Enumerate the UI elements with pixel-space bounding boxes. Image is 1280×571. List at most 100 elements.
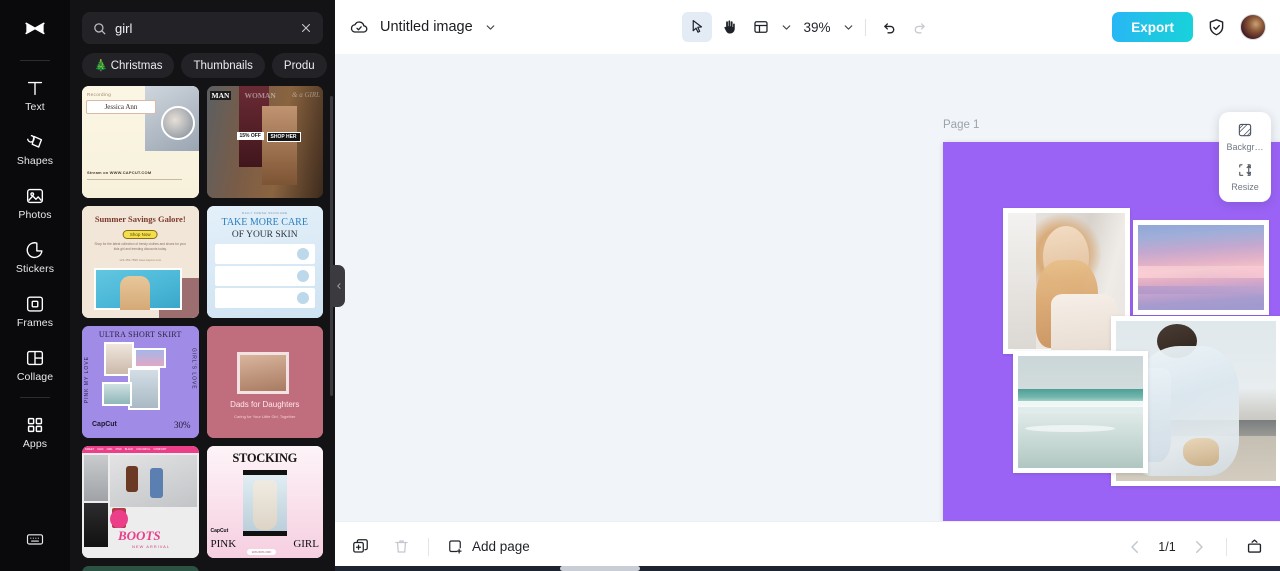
bottom-toolbar: Add page 1/1 xyxy=(335,521,1280,571)
template-card[interactable]: ULTRA SHORT SKIRT PINK MY LOVE GIRL'S LO… xyxy=(82,326,199,438)
redo-button[interactable] xyxy=(906,13,934,41)
editor-main: Untitled image 39% Export Page 1 Backgr…… xyxy=(335,0,1280,571)
template-discount: 30% xyxy=(174,420,191,430)
template-word-right: GIRL xyxy=(293,538,319,550)
background-button[interactable]: Backgr… xyxy=(1221,121,1269,152)
add-page-button[interactable]: Add page xyxy=(446,538,530,556)
chip-label: Thumbnails xyxy=(193,59,253,72)
sidebar-item-label: Apps xyxy=(22,438,48,451)
template-kicker: Recording xyxy=(87,92,112,97)
sidebar-item-apps[interactable]: Apps xyxy=(4,406,66,458)
sidebar-item-collage[interactable]: Collage xyxy=(4,339,66,391)
template-tag: COLORFUL xyxy=(136,448,151,451)
horizontal-scrollbar[interactable] xyxy=(335,566,1280,571)
pastel-sky-photo[interactable] xyxy=(1133,220,1269,315)
layout-chevron-down-icon[interactable] xyxy=(779,21,792,34)
template-title: STOCKING xyxy=(232,451,298,465)
template-word: & a GIRL xyxy=(292,91,320,99)
template-side-left: PINK MY LOVE xyxy=(84,356,90,404)
top-actions: Export xyxy=(1112,12,1266,42)
template-title: TAKE MORE CARE xyxy=(221,217,308,228)
template-card[interactable]: MAN WOMAN & a GIRL 15% OFF SHOP HER xyxy=(206,86,323,198)
template-card[interactable]: STOCKING CapCut PINK GIRL 10%-50% OFF xyxy=(206,446,323,558)
close-icon[interactable] xyxy=(299,21,313,35)
sidebar-item-stickers[interactable]: Stickers xyxy=(4,231,66,283)
user-avatar[interactable] xyxy=(1240,14,1266,40)
template-contact: 123-456-7890 www.capcut.com xyxy=(119,258,162,262)
rail-divider-top xyxy=(20,60,50,61)
collapse-panel-handle[interactable] xyxy=(333,265,345,307)
sidebar-item-text[interactable]: Text xyxy=(4,69,66,121)
zoom-chevron-down-icon[interactable] xyxy=(842,21,855,34)
template-card[interactable]: Recording Jessica Ann Stream on WWW.CAPC… xyxy=(82,86,199,198)
duplicate-page-icon[interactable] xyxy=(351,537,370,556)
template-subtitle: OF YOUR SKIN xyxy=(231,230,298,240)
chip-products[interactable]: Produ xyxy=(271,53,327,78)
template-brand: CapCut xyxy=(92,421,117,428)
sidebar-item-shapes[interactable]: Shapes xyxy=(4,123,66,175)
sidebar-item-label: Stickers xyxy=(15,263,55,276)
export-button[interactable]: Export xyxy=(1112,12,1193,42)
bottom-divider-2 xyxy=(1226,537,1227,556)
template-grid: Recording Jessica Ann Stream on WWW.CAPC… xyxy=(70,86,335,571)
resize-label: Resize xyxy=(1231,182,1259,192)
keyboard-shortcuts-button[interactable] xyxy=(0,529,70,549)
template-subtitle: NEW ARRIVAL xyxy=(132,544,171,549)
sidebar-item-label: Frames xyxy=(16,317,54,330)
search-box[interactable] xyxy=(82,12,323,44)
keyboard-shortcuts-icon xyxy=(26,534,44,545)
undo-button[interactable] xyxy=(876,13,904,41)
left-tool-rail: Text Shapes Photos Stickers Frames Colla… xyxy=(0,0,70,571)
template-title: Dads for Daughters xyxy=(230,400,300,409)
resize-icon xyxy=(1239,164,1251,176)
zoom-level[interactable]: 39% xyxy=(794,20,832,35)
hand-tool[interactable] xyxy=(713,12,743,42)
layout-tool[interactable] xyxy=(745,12,775,42)
shield-check-icon[interactable] xyxy=(1206,17,1227,38)
background-icon xyxy=(1238,123,1252,137)
panel-scrollbar[interactable] xyxy=(330,96,333,396)
template-title: ULTRA SHORT SKIRT xyxy=(98,330,182,339)
chevron-left-icon[interactable] xyxy=(1126,538,1144,556)
background-label: Backgr… xyxy=(1226,142,1264,152)
category-chips: 🎄 Christmas Thumbnails Produ xyxy=(70,44,335,86)
template-badge: 15% OFF xyxy=(236,132,264,140)
template-tag: CHIC xyxy=(97,448,104,451)
template-card[interactable]: Trendy Tots Couture Elevate your baby gi… xyxy=(82,566,199,571)
ocean-waves-photo[interactable] xyxy=(1013,351,1148,473)
scrollbar-thumb[interactable] xyxy=(560,566,640,571)
trash-icon[interactable] xyxy=(392,537,411,556)
template-card[interactable]: SWEET CHIC GIRL PINK BLACK COLORFUL COMF… xyxy=(82,446,199,558)
template-footer: Stream on WWW.CAPCUT.COM xyxy=(87,170,152,175)
apps-icon xyxy=(27,418,43,433)
template-eyebrow: DAILY FRESH SKINCARE xyxy=(241,211,288,215)
select-tool[interactable] xyxy=(681,12,712,42)
template-card[interactable]: Dads for Daughters Caring for Your Littl… xyxy=(206,326,323,438)
page-navigation: 1/1 xyxy=(1126,537,1264,556)
template-card[interactable]: Summer Savings Galore! Shop Now Shop for… xyxy=(82,206,199,318)
top-toolbar: Untitled image 39% Export xyxy=(335,0,1280,54)
template-title: Jessica Ann xyxy=(86,100,156,114)
redo-icon xyxy=(914,22,925,33)
sidebar-item-photos[interactable]: Photos xyxy=(4,177,66,229)
chevron-down-icon[interactable] xyxy=(484,21,497,34)
search-input[interactable] xyxy=(107,20,299,36)
template-card[interactable]: DAILY FRESH SKINCARE TAKE MORE CARE OF Y… xyxy=(206,206,323,318)
template-badge: 10%-50% OFF xyxy=(246,549,277,555)
sidebar-item-frames[interactable]: Frames xyxy=(4,285,66,337)
undo-icon xyxy=(884,22,895,33)
resize-button[interactable]: Resize xyxy=(1221,161,1269,192)
layout-grid-icon xyxy=(753,21,768,33)
chevron-left-icon xyxy=(337,283,341,289)
sidebar-item-label: Photos xyxy=(18,209,52,222)
capcut-logo-icon[interactable] xyxy=(13,10,57,50)
template-badge-2: SHOP HER xyxy=(266,132,301,142)
present-icon[interactable] xyxy=(1245,537,1264,556)
cloud-saved-icon[interactable] xyxy=(349,17,369,37)
canvas-tools: 39% xyxy=(681,10,933,44)
canvas-stage[interactable]: Page 1 Backgr… Resize xyxy=(335,54,1280,521)
chevron-right-icon[interactable] xyxy=(1190,538,1208,556)
chip-thumbnails[interactable]: Thumbnails xyxy=(181,53,265,78)
chip-christmas[interactable]: 🎄 Christmas xyxy=(82,53,175,78)
document-title[interactable]: Untitled image xyxy=(380,19,473,35)
